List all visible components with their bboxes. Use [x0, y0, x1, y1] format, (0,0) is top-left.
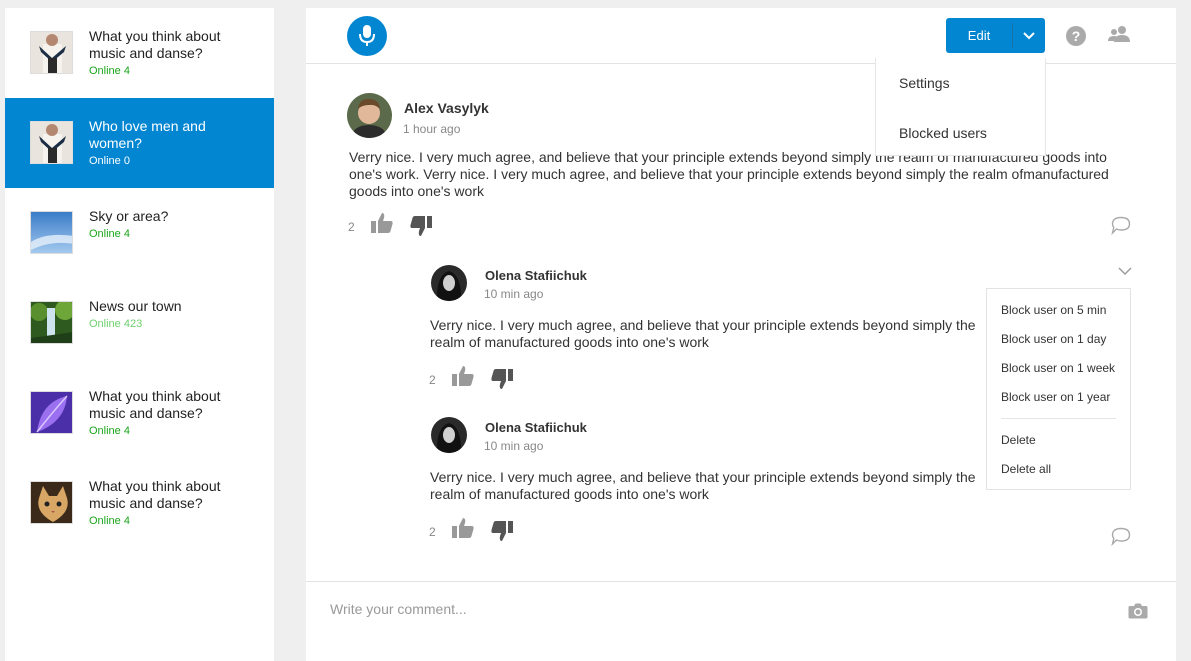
thumbs-up-icon[interactable] [452, 365, 474, 392]
room-item[interactable]: What you think about music and danse? On… [5, 8, 274, 98]
room-title: Sky or area? [89, 208, 169, 224]
reply-bubble-icon[interactable] [1111, 527, 1131, 551]
thumbs-down-icon[interactable] [491, 520, 513, 547]
menu-divider [1001, 418, 1116, 419]
block-user-dropdown: Block user on 5 min Block user on 1 day … [986, 288, 1131, 490]
room-online-count: Online 4 [89, 515, 130, 527]
room-item[interactable]: What you think about music and danse? On… [5, 458, 274, 548]
room-thumbnail [30, 481, 73, 524]
room-online-count: Online 0 [89, 155, 130, 167]
comment-composer [306, 581, 1176, 661]
reply-bubble-icon[interactable] [1111, 216, 1131, 240]
comment-time: 1 hour ago [403, 122, 461, 136]
users-icon[interactable] [1108, 25, 1130, 48]
like-count: 2 [429, 525, 436, 539]
thumbs-down-icon[interactable] [410, 215, 432, 242]
room-thumbnail [30, 391, 73, 434]
microphone-icon [359, 25, 375, 46]
help-icon[interactable]: ? [1066, 26, 1086, 46]
avatar[interactable] [347, 93, 392, 138]
room-thumbnail [30, 121, 73, 164]
settings-dropdown: Settings Blocked users [875, 58, 1046, 156]
room-online-count: Online 4 [89, 65, 130, 77]
comment-author[interactable]: Olena Stafiichuk [485, 420, 587, 435]
room-online-count: Online 4 [89, 425, 130, 437]
chat-room-sidebar: What you think about music and danse? On… [5, 8, 274, 661]
camera-icon[interactable] [1128, 602, 1148, 624]
menu-item-delete[interactable]: Delete [987, 425, 1130, 454]
comment-author[interactable]: Olena Stafiichuk [485, 268, 587, 283]
edit-button[interactable]: Edit [946, 18, 1045, 53]
menu-item-settings[interactable]: Settings [876, 58, 1045, 108]
menu-item-block-1-year[interactable]: Block user on 1 year [987, 382, 1130, 411]
comment-time: 10 min ago [484, 287, 544, 301]
room-thumbnail [30, 31, 73, 74]
thumbs-down-icon[interactable] [491, 368, 513, 395]
like-count: 2 [429, 373, 436, 387]
thumbs-up-icon[interactable] [452, 517, 474, 544]
avatar[interactable] [431, 417, 467, 453]
room-item[interactable]: News our town Online 423 [5, 278, 274, 368]
chevron-down-icon[interactable] [1013, 18, 1045, 53]
comment-text: Verry nice. I very much agree, and belie… [430, 317, 976, 350]
menu-item-blocked-users[interactable]: Blocked users [876, 108, 1045, 158]
comment-author[interactable]: Alex Vasylyk [404, 100, 489, 116]
room-item-active[interactable]: Who love men and women? Online 0 [5, 98, 274, 188]
room-online-count: Online 4 [89, 228, 130, 240]
room-title: News our town [89, 298, 182, 314]
microphone-button[interactable] [347, 16, 387, 56]
room-item[interactable]: What you think about music and danse? On… [5, 368, 274, 458]
menu-item-block-1-day[interactable]: Block user on 1 day [987, 324, 1130, 353]
room-online-count: Online 423 [89, 318, 143, 330]
room-item[interactable]: Sky or area? Online 4 [5, 188, 274, 278]
comment-time: 10 min ago [484, 439, 544, 453]
room-title: What you think about music and danse? [89, 28, 221, 61]
like-count: 2 [348, 220, 355, 234]
room-title: Who love men and women? [89, 118, 206, 151]
room-thumbnail [30, 211, 73, 254]
menu-item-delete-all[interactable]: Delete all [987, 454, 1130, 483]
menu-item-block-1-week[interactable]: Block user on 1 week [987, 353, 1130, 382]
menu-item-block-5-min[interactable]: Block user on 5 min [987, 295, 1130, 324]
avatar[interactable] [431, 265, 467, 301]
edit-button-label: Edit [967, 28, 991, 43]
comment-input[interactable] [330, 596, 1090, 622]
room-title: What you think about music and danse? [89, 478, 221, 511]
thumbs-up-icon[interactable] [371, 212, 393, 239]
chevron-down-icon[interactable] [1118, 263, 1132, 281]
room-thumbnail [30, 301, 73, 344]
room-title: What you think about music and danse? [89, 388, 221, 421]
chat-toolbar: Edit ? [306, 8, 1176, 64]
comment-text: Verry nice. I very much agree, and belie… [430, 469, 976, 502]
